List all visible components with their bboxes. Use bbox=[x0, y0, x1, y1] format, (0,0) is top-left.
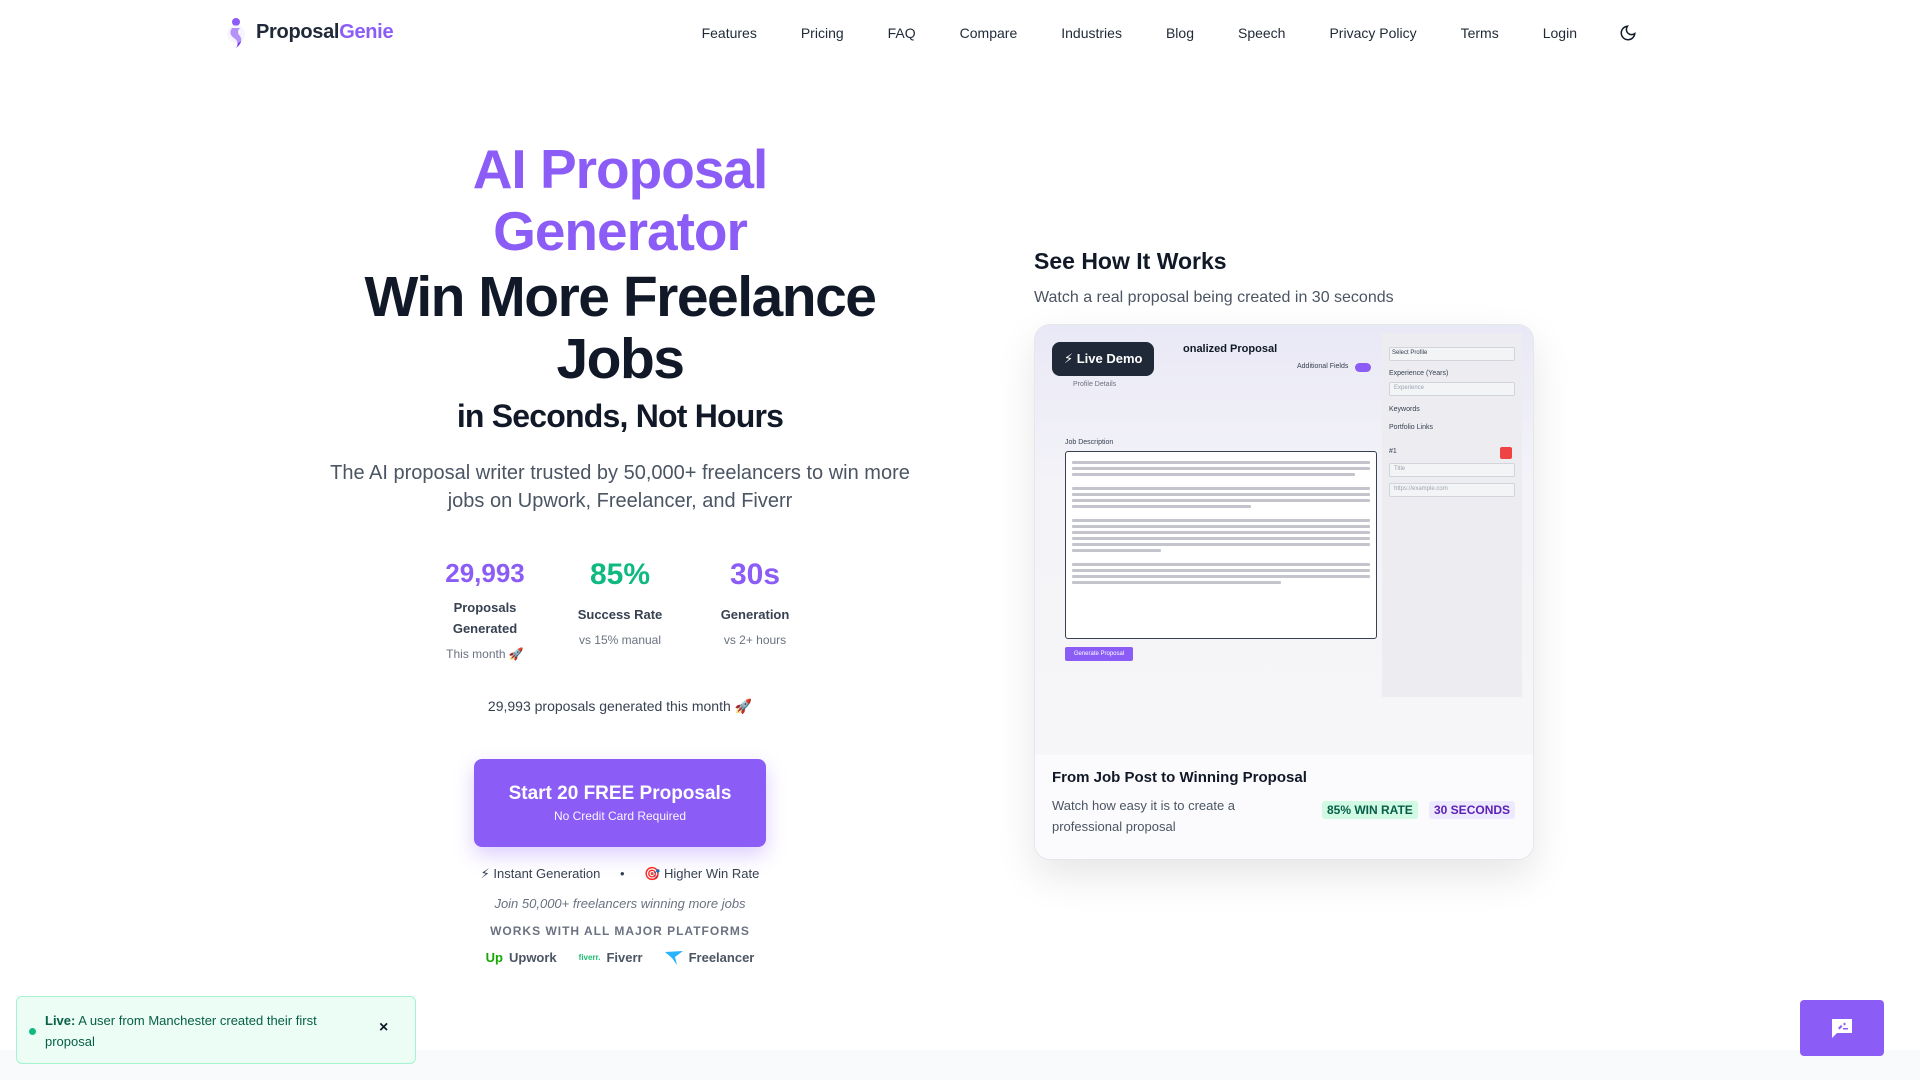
brand-logo[interactable]: ProposalGenie bbox=[222, 14, 394, 50]
stat-label: Success Rate bbox=[577, 607, 663, 622]
toast-text: A user from Manchester created their fir… bbox=[45, 1013, 317, 1049]
mock-title-placeholder: Title bbox=[1394, 466, 1406, 472]
hero-headline-line2: Jobs bbox=[556, 327, 685, 391]
genie-logo-icon bbox=[227, 18, 245, 48]
mock-sidebar: Select Profile Experience (Years) Experi… bbox=[1382, 333, 1522, 697]
nav-speech[interactable]: Speech bbox=[1238, 25, 1285, 41]
start-free-proposals-button[interactable]: Start 20 FREE Proposals No Credit Card R… bbox=[474, 759, 766, 847]
freelancer-bird-icon bbox=[664, 950, 683, 965]
toast-close-button[interactable]: × bbox=[379, 1019, 388, 1037]
demo-video-card[interactable]: onalized Proposal Additional Fields Prof… bbox=[1034, 324, 1534, 860]
hero-title-line2: Generator bbox=[493, 200, 748, 262]
stats-row: 29,993 Proposals Generated This month 🚀 … bbox=[420, 558, 820, 661]
mock-delete-icon bbox=[1500, 447, 1512, 459]
stat-sub: vs 2+ hours bbox=[723, 633, 787, 647]
nav-faq[interactable]: FAQ bbox=[888, 25, 916, 41]
feedback-chat-button[interactable] bbox=[1800, 1000, 1884, 1056]
nav-privacy-policy[interactable]: Privacy Policy bbox=[1329, 25, 1416, 41]
stat-sub: vs 15% manual bbox=[578, 633, 662, 647]
platform-name: Freelancer bbox=[688, 950, 755, 965]
nav-industries[interactable]: Industries bbox=[1061, 25, 1122, 41]
mock-portfolio-label: Portfolio Links bbox=[1389, 424, 1433, 431]
win-rate-pill: 85% WIN RATE bbox=[1322, 801, 1418, 819]
feature-separator: • bbox=[619, 866, 625, 881]
stat-value: 30s bbox=[729, 558, 781, 591]
monthly-counter: 29,993 proposals generated this month 🚀 bbox=[487, 698, 753, 714]
feature-highlights: ⚡ Instant Generation • 🎯 Higher Win Rate bbox=[320, 866, 920, 882]
demo-footer: From Job Post to Winning Proposal Watch … bbox=[1035, 755, 1533, 859]
feature-win-rate: 🎯 Higher Win Rate bbox=[644, 866, 760, 881]
demo-foot-description: Watch how easy it is to create a profess… bbox=[1052, 798, 1236, 834]
mock-job-textarea bbox=[1065, 451, 1377, 639]
time-pill: 30 SECONDS bbox=[1429, 801, 1516, 819]
mock-url-placeholder: https://example.com bbox=[1394, 486, 1448, 492]
hero-lead: The AI proposal writer trusted by 50,000… bbox=[330, 462, 910, 512]
upwork-icon: Up bbox=[485, 950, 503, 965]
mock-experience-label: Experience (Years) bbox=[1389, 370, 1449, 377]
mock-generate-button: Generate Proposal bbox=[1065, 647, 1133, 661]
top-nav: ProposalGenie Features Pricing FAQ Compa… bbox=[0, 0, 1920, 68]
nav-terms[interactable]: Terms bbox=[1461, 25, 1499, 41]
mock-toggle bbox=[1355, 363, 1371, 372]
demo-title: See How It Works bbox=[1034, 248, 1227, 274]
feature-instant: ⚡ Instant Generation bbox=[480, 866, 601, 881]
nav-compare[interactable]: Compare bbox=[960, 25, 1018, 41]
brand-name: ProposalGenie bbox=[256, 20, 394, 43]
stat-label: Generation bbox=[720, 607, 790, 622]
theme-toggle-button[interactable] bbox=[1617, 22, 1639, 44]
nav-blog[interactable]: Blog bbox=[1166, 25, 1194, 41]
platform-fiverr: fiverr. Fiverr bbox=[579, 950, 643, 965]
mock-additional-fields: Additional Fields bbox=[1297, 363, 1349, 370]
mock-item-number: #1 bbox=[1389, 448, 1397, 455]
stat-generation: 30s Generation vs 2+ hours bbox=[690, 558, 820, 661]
demo-subtitle: Watch a real proposal being created in 3… bbox=[1034, 289, 1394, 306]
stat-label: Proposals Generated bbox=[452, 600, 518, 636]
live-demo-badge: ⚡ Live Demo bbox=[1052, 342, 1155, 376]
nav-login[interactable]: Login bbox=[1543, 25, 1577, 41]
mock-form-title: onalized Proposal bbox=[1183, 343, 1278, 355]
stat-sub: This month 🚀 bbox=[446, 647, 524, 661]
stat-value: 29,993 bbox=[445, 558, 525, 588]
toast-prefix: Live: bbox=[45, 1013, 76, 1028]
join-text: Join 50,000+ freelancers winning more jo… bbox=[494, 896, 746, 911]
fiverr-icon: fiverr. bbox=[578, 953, 601, 962]
mock-job-description-label: Job Description bbox=[1065, 439, 1114, 446]
live-activity-toast: Live: A user from Manchester created the… bbox=[16, 996, 416, 1064]
chat-feedback-icon bbox=[1832, 1019, 1852, 1038]
nav-features[interactable]: Features bbox=[702, 25, 757, 41]
platform-list: Up Upwork fiverr. Fiverr Freelancer bbox=[320, 950, 920, 965]
live-dot-icon bbox=[29, 1028, 36, 1035]
works-with-heading: WORKS WITH ALL MAJOR PLATFORMS bbox=[490, 924, 750, 938]
platform-upwork: Up Upwork bbox=[486, 950, 557, 965]
mock-title-input bbox=[1389, 463, 1515, 477]
nav-links: Features Pricing FAQ Compare Industries … bbox=[658, 22, 1639, 44]
mock-profile-details: Profile Details bbox=[1073, 381, 1117, 388]
hero-headline-line1: Win More Freelance bbox=[364, 265, 877, 329]
mock-keywords-label: Keywords bbox=[1389, 406, 1420, 413]
hero-title-line1: AI Proposal bbox=[472, 138, 769, 200]
stat-value: 85% bbox=[589, 558, 651, 591]
toast-message: Live: A user from Manchester created the… bbox=[45, 1010, 345, 1052]
stat-success: 85% Success Rate vs 15% manual bbox=[555, 558, 685, 661]
hero-subheadline: in Seconds, Not Hours bbox=[456, 398, 784, 434]
cta-subtitle: No Credit Card Required bbox=[553, 809, 687, 823]
demo-foot-title: From Job Post to Winning Proposal bbox=[1052, 769, 1307, 786]
mock-select-label: Select Profile bbox=[1392, 350, 1428, 356]
stat-proposals: 29,993 Proposals Generated This month 🚀 bbox=[420, 558, 550, 661]
platform-freelancer: Freelancer bbox=[664, 950, 755, 965]
nav-pricing[interactable]: Pricing bbox=[801, 25, 844, 41]
platform-name: Upwork bbox=[508, 950, 557, 965]
demo-screenshot: onalized Proposal Additional Fields Prof… bbox=[1035, 325, 1533, 755]
platform-name: Fiverr bbox=[606, 950, 643, 965]
moon-icon bbox=[1620, 25, 1636, 41]
cta-title: Start 20 FREE Proposals bbox=[508, 783, 732, 804]
hero-section: AI Proposal Generator Win More Freelance… bbox=[320, 138, 920, 515]
mock-experience-placeholder: Experience bbox=[1394, 385, 1425, 391]
